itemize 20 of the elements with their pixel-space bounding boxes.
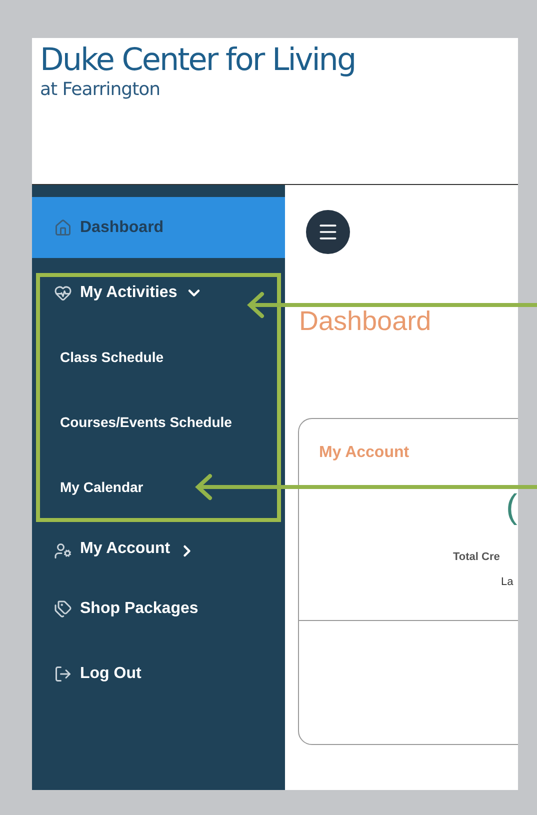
- submenu-item[interactable]: Courses/Events Schedule: [40, 390, 277, 455]
- site-title: Duke Center for Living: [40, 41, 356, 80]
- sidebar-item[interactable]: My Activities: [40, 277, 277, 325]
- logout-icon: [54, 664, 72, 682]
- home-icon: [54, 218, 72, 236]
- sidebar-item[interactable]: Shop Packages: [32, 576, 285, 641]
- page-heading: Dashboard: [299, 305, 432, 338]
- tags-icon: [54, 600, 72, 618]
- total-credits-label: Total Cre: [453, 550, 500, 565]
- last-label: La: [501, 574, 514, 590]
- sidebar-item[interactable]: Log Out: [32, 641, 285, 706]
- user-gear-icon: [54, 542, 72, 560]
- balance-value: (: [506, 487, 518, 527]
- site-subtitle: at Fearrington: [40, 80, 162, 100]
- menu-button[interactable]: [306, 210, 350, 254]
- submenu-item[interactable]: My Calendar: [40, 455, 277, 518]
- card-title: My Account: [319, 443, 410, 463]
- sidebar-item[interactable]: My Account: [32, 522, 285, 576]
- submenu-item[interactable]: Class Schedule: [40, 325, 277, 390]
- heart-pulse-icon: [54, 284, 72, 302]
